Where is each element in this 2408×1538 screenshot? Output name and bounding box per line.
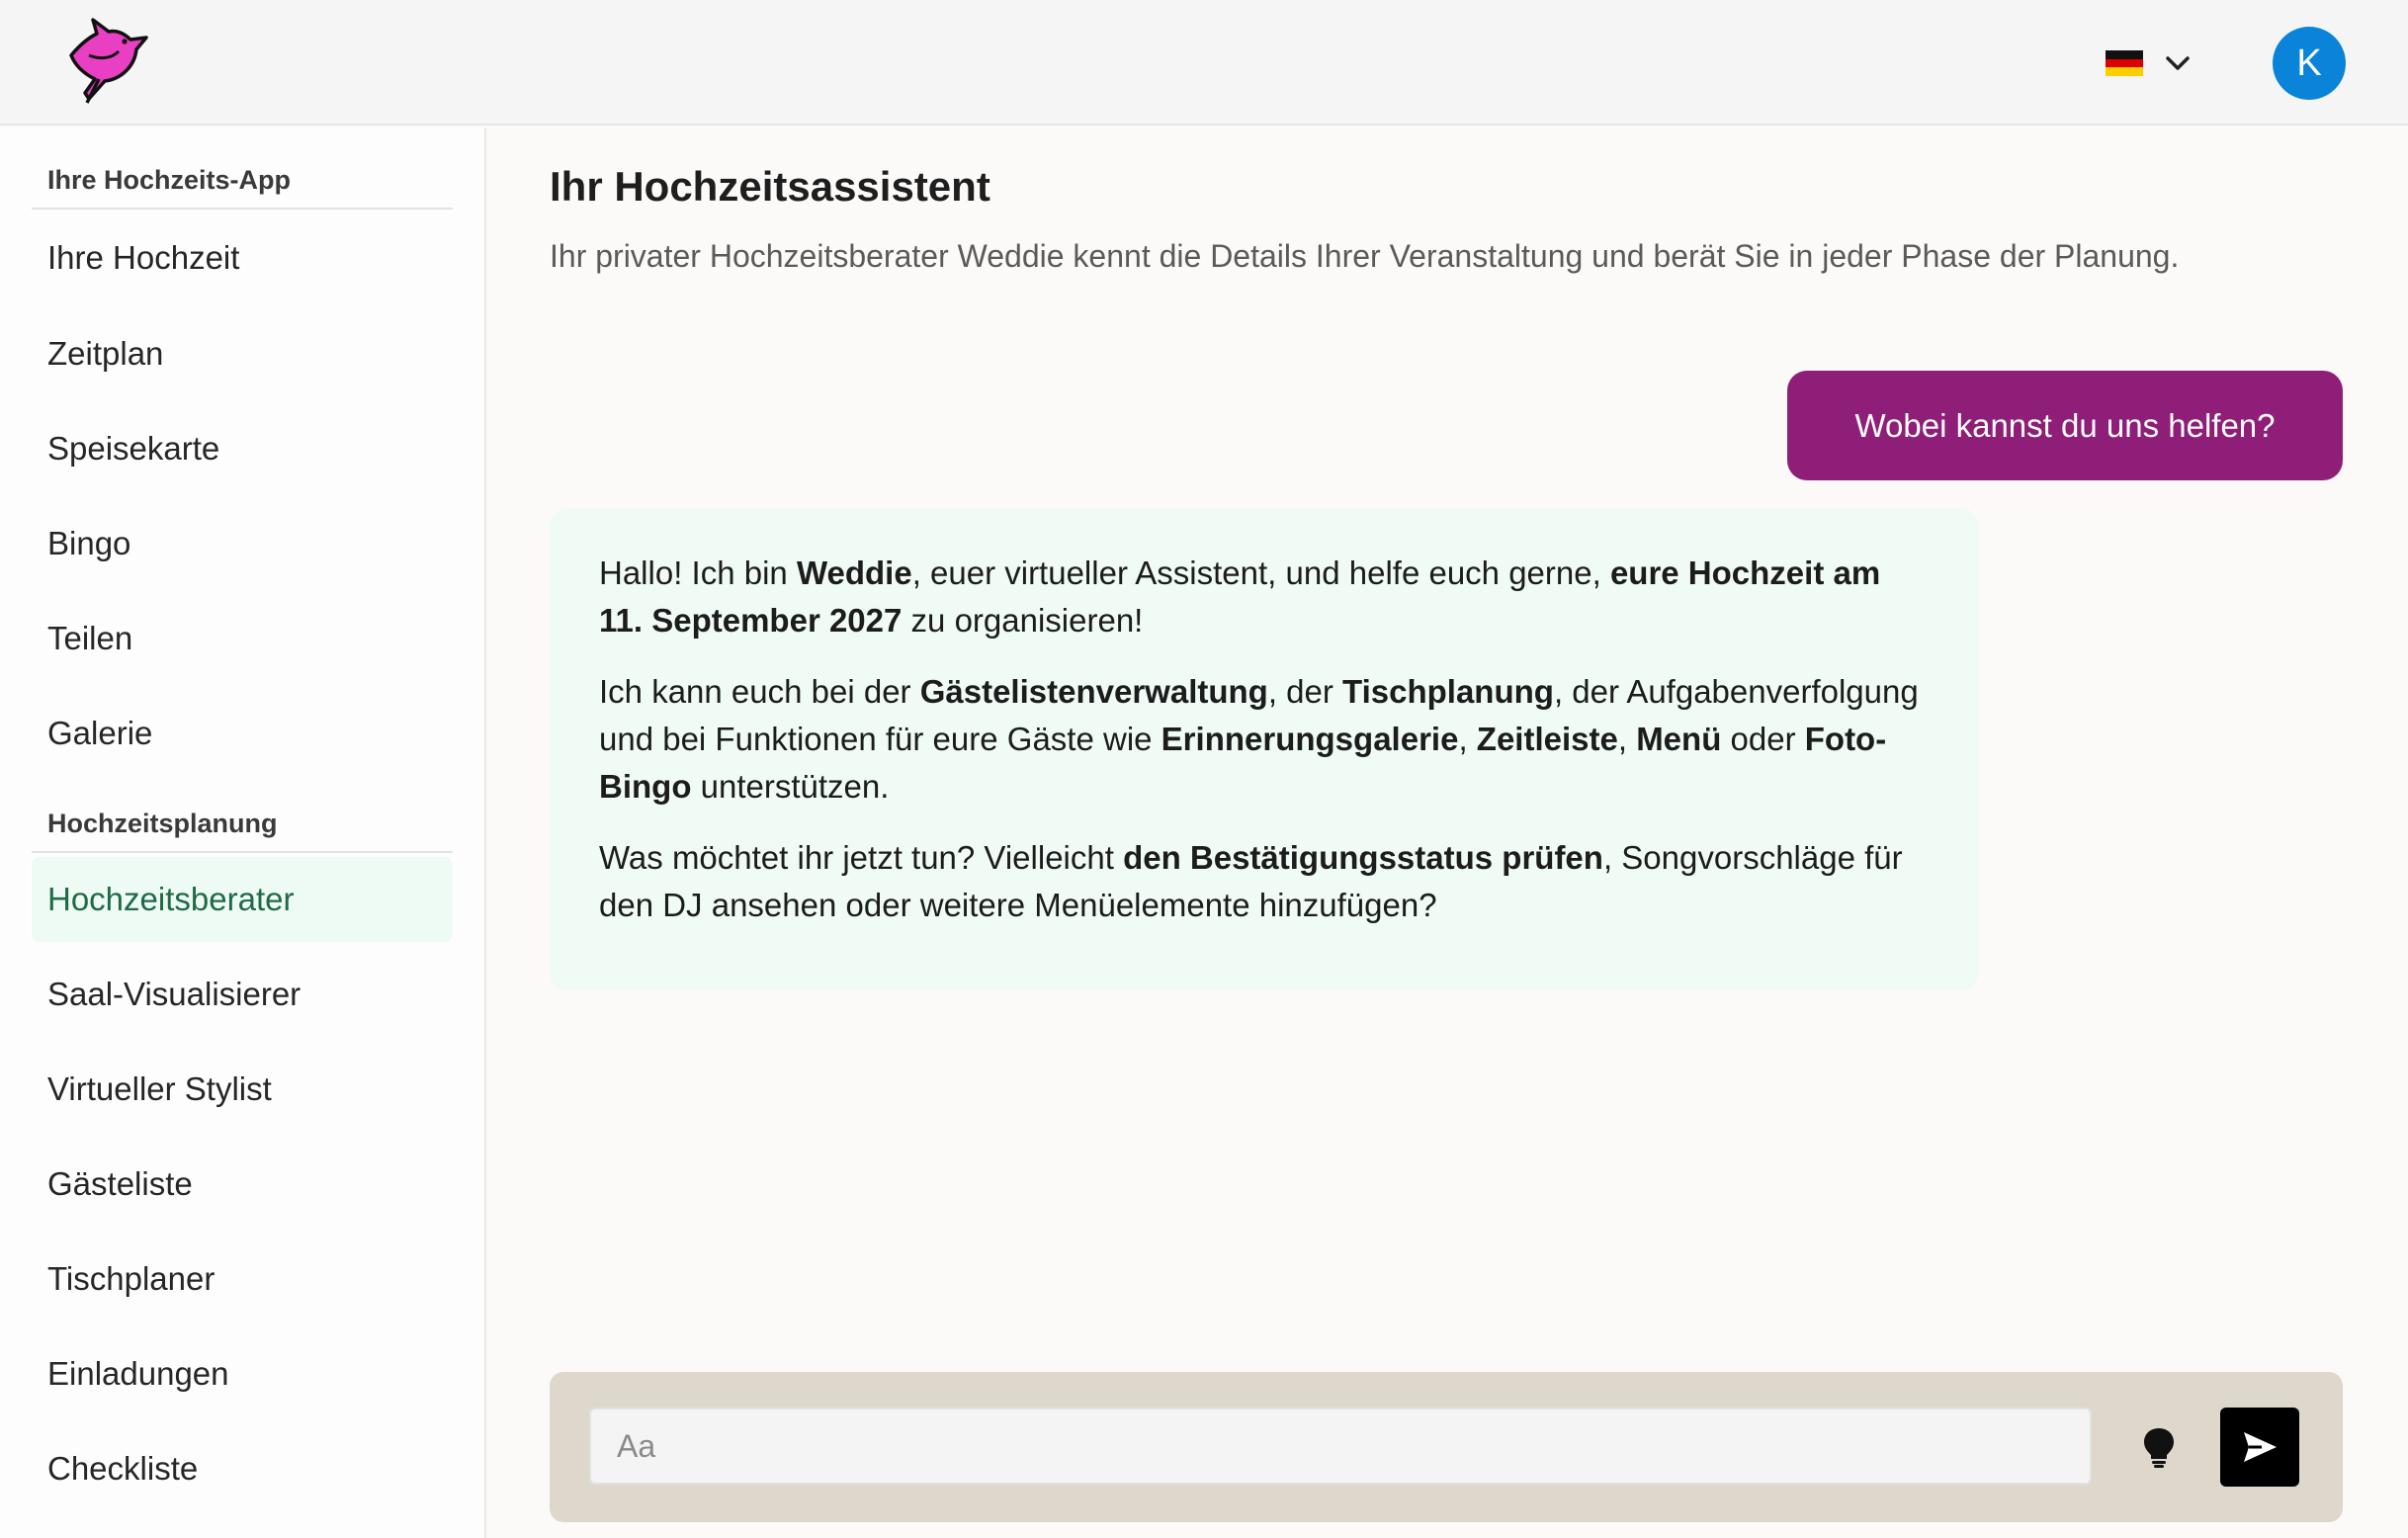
page-title: Ihr Hochzeitsassistent bbox=[550, 163, 990, 210]
sidebar-item-label: Virtueller Stylist bbox=[47, 1070, 272, 1107]
sidebar-item-label: Teilen bbox=[47, 620, 133, 656]
assistant-paragraph: Was möchtet ihr jetzt tun? Vielleicht de… bbox=[599, 834, 1930, 929]
text: , bbox=[1617, 721, 1637, 757]
bold-text: Gästelistenverwaltung bbox=[919, 673, 1268, 710]
language-selector[interactable] bbox=[2106, 47, 2193, 79]
german-flag-icon bbox=[2106, 50, 2143, 77]
sidebar-item-hochzeitsberater[interactable]: Hochzeitsberater bbox=[32, 857, 453, 942]
text: , euer virtueller Assistent, und helfe e… bbox=[911, 555, 1610, 591]
text: Hallo! Ich bin bbox=[599, 555, 797, 591]
sidebar-item-bingo[interactable]: Bingo bbox=[32, 501, 453, 586]
user-message: Wobei kannst du uns helfen? bbox=[1787, 371, 2343, 480]
sidebar-item-saal-visualisierer[interactable]: Saal-Visualisierer bbox=[32, 952, 453, 1037]
page-subtitle: Ihr privater Hochzeitsberater Weddie ken… bbox=[550, 238, 2180, 274]
text: Ich kann euch bei der bbox=[599, 673, 920, 710]
user-message-text: Wobei kannst du uns helfen? bbox=[1854, 406, 2276, 444]
assistant-message: Hallo! Ich bin Weddie, euer virtueller A… bbox=[550, 508, 1979, 990]
text: , bbox=[1458, 721, 1477, 757]
sidebar-section-title: Ihre Hochzeits-App bbox=[32, 165, 453, 210]
sidebar-item-label: Speisekarte bbox=[47, 430, 220, 467]
send-button[interactable] bbox=[2220, 1408, 2299, 1487]
sidebar-item-label: Checkliste bbox=[47, 1450, 199, 1487]
sidebar-item-label: Gästeliste bbox=[47, 1165, 193, 1202]
sidebar-item-checkliste[interactable]: Checkliste bbox=[32, 1426, 453, 1511]
sidebar-section-title: Hochzeitsplanung bbox=[32, 809, 453, 853]
sidebar-item-label: Bingo bbox=[47, 525, 131, 561]
message-composer bbox=[550, 1372, 2343, 1522]
text: oder bbox=[1721, 721, 1805, 757]
assistant-paragraph: Ich kann euch bei der Gästelistenverwalt… bbox=[599, 668, 1930, 811]
assistant-paragraph: Hallo! Ich bin Weddie, euer virtueller A… bbox=[599, 550, 1930, 644]
sidebar-item-virtueller-stylist[interactable]: Virtueller Stylist bbox=[32, 1047, 453, 1132]
sidebar-item-ihre-hochzeit[interactable]: Ihre Hochzeit bbox=[32, 215, 453, 300]
chat-area: Ihr Hochzeitsassistent Ihr privater Hoch… bbox=[488, 128, 2408, 1538]
text: unterstützen. bbox=[691, 768, 890, 805]
bold-text: Zeitleiste bbox=[1476, 721, 1618, 757]
text: zu organisieren! bbox=[902, 602, 1144, 639]
sidebar-item-speisekarte[interactable]: Speisekarte bbox=[32, 406, 453, 491]
sidebar: Ihre Hochzeits-App Ihre Hochzeit Zeitpla… bbox=[0, 128, 486, 1538]
bold-text: Menü bbox=[1636, 721, 1722, 757]
bold-text: Tischplanung bbox=[1342, 673, 1554, 710]
sidebar-item-label: Galerie bbox=[47, 715, 153, 751]
text: , der bbox=[1267, 673, 1343, 710]
sidebar-item-label: Hochzeitsberater bbox=[47, 881, 295, 917]
sidebar-item-label: Tischplaner bbox=[47, 1260, 215, 1297]
message-input[interactable] bbox=[589, 1408, 2092, 1485]
text: Was möchtet ihr jetzt tun? Vielleicht bbox=[599, 839, 1124, 876]
sidebar-item-label: Zeitplan bbox=[47, 335, 164, 372]
sidebar-item-label: Ihre Hochzeit bbox=[47, 239, 240, 276]
sidebar-item-zeitplan[interactable]: Zeitplan bbox=[32, 311, 453, 396]
bold-text: den Bestätigungsstatus prüfen bbox=[1123, 839, 1603, 876]
sidebar-item-tischplaner[interactable]: Tischplaner bbox=[32, 1237, 453, 1322]
dove-icon[interactable] bbox=[59, 16, 158, 109]
lightbulb-icon[interactable] bbox=[2139, 1425, 2179, 1469]
sidebar-item-teilen[interactable]: Teilen bbox=[32, 596, 453, 681]
sidebar-item-label: Saal-Visualisierer bbox=[47, 976, 301, 1012]
sidebar-item-galerie[interactable]: Galerie bbox=[32, 691, 453, 776]
bold-text: Weddie bbox=[796, 555, 912, 591]
chevron-down-icon bbox=[2166, 56, 2190, 70]
avatar[interactable]: K bbox=[2273, 27, 2346, 100]
top-bar: K bbox=[0, 0, 2408, 126]
sidebar-item-gaesteliste[interactable]: Gästeliste bbox=[32, 1142, 453, 1227]
send-icon bbox=[2244, 1432, 2277, 1462]
bold-text: Erinnerungsgalerie bbox=[1161, 721, 1459, 757]
sidebar-item-label: Einladungen bbox=[47, 1355, 229, 1392]
sidebar-item-einladungen[interactable]: Einladungen bbox=[32, 1331, 453, 1416]
